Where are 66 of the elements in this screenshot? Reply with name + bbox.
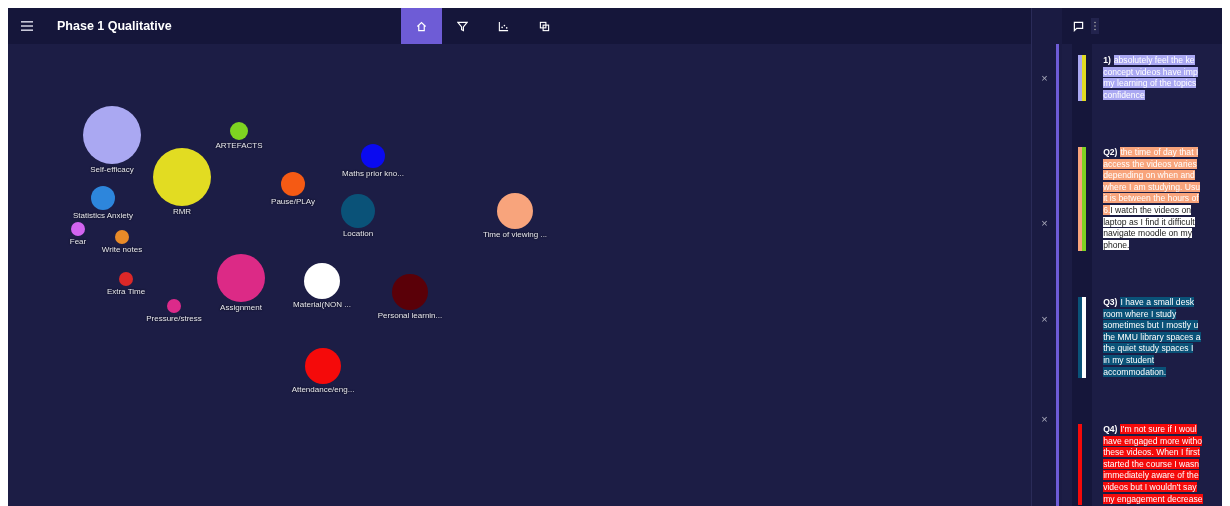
copy-icon xyxy=(539,20,550,32)
highlighted-text: my learning of the topics xyxy=(1103,78,1197,89)
code-label: Self-efficacy xyxy=(90,165,134,174)
code-bubble[interactable] xyxy=(497,193,533,229)
highlighted-text: the MMU library spaces a xyxy=(1103,331,1201,342)
highlighted-text: confidence xyxy=(1103,89,1145,100)
code-label: Attendance/eng... xyxy=(291,385,355,394)
code-label: Write notes xyxy=(101,245,143,254)
code-label: Fear xyxy=(69,237,87,246)
highlighted-text: phone. xyxy=(1103,239,1130,250)
highlighted-text: navigate moodle on my xyxy=(1103,228,1192,239)
code-bubble[interactable] xyxy=(115,230,129,244)
highlighted-text: where I am studying. Usu xyxy=(1103,181,1201,192)
code-bubble[interactable] xyxy=(153,148,211,206)
code-label: Location xyxy=(342,229,374,238)
code-bubble[interactable] xyxy=(83,106,141,164)
code-label: Pause/PLAy xyxy=(271,197,315,206)
highlighted-text: the quiet study spaces I xyxy=(1103,343,1194,354)
code-label: Personal learnin... xyxy=(377,311,443,320)
highlighted-text: have engaged more witho xyxy=(1103,435,1203,446)
highlighted-text: absolutely feel the ke xyxy=(1113,55,1195,65)
code-label: Maths prior kno... xyxy=(342,169,404,178)
comment-icon[interactable] xyxy=(1073,20,1085,32)
highlighted-text: it is between the hours of xyxy=(1103,193,1199,204)
highlighted-text: I watch the videos on xyxy=(1110,204,1192,215)
question-number: Q3) xyxy=(1103,297,1118,307)
code-label: Assignment xyxy=(220,303,262,312)
more-options-icon[interactable] xyxy=(1091,18,1100,34)
highlighted-text: room where I study xyxy=(1103,308,1177,319)
highlighted-text: I'm not sure if I woul xyxy=(1120,424,1197,434)
highlighted-text: the time of day that I xyxy=(1120,147,1199,157)
code-label: Material(NON ... xyxy=(293,300,351,309)
highlighted-text: started the course I wasn xyxy=(1103,458,1200,469)
highlighted-text: immediately aware of the xyxy=(1103,470,1199,481)
filter-icon xyxy=(457,20,468,32)
highlighted-text: depending on when and xyxy=(1103,170,1195,181)
question-number: Q2) xyxy=(1103,147,1118,157)
close-button[interactable]: × xyxy=(1041,413,1048,425)
menu-icon[interactable] xyxy=(21,21,33,31)
code-label: RMR xyxy=(172,207,192,216)
code-label: ARTEFACTS xyxy=(215,141,263,150)
highlighted-text: my engagement decrease xyxy=(1103,493,1203,504)
highlighted-text: I have a small desk xyxy=(1120,297,1194,307)
highlighted-text: concept videos have imp xyxy=(1103,66,1198,77)
app-title: Phase 1 Qualitative xyxy=(57,19,172,33)
close-button[interactable]: × xyxy=(1041,313,1048,325)
highlighted-text: laptop as I find it difficult xyxy=(1103,216,1195,227)
highlighted-text: these videos. When I first xyxy=(1103,447,1200,458)
scatter-plot-icon xyxy=(498,20,509,32)
question-number: 1) xyxy=(1103,55,1111,65)
highlighted-text: sometimes but I mostly u xyxy=(1103,320,1199,331)
code-label: Pressure/stress xyxy=(146,314,202,323)
close-button[interactable]: × xyxy=(1041,72,1048,84)
scrollbar[interactable] xyxy=(1056,44,1060,506)
code-label: Statistics Anxiety xyxy=(73,211,133,220)
question-number: Q4) xyxy=(1103,424,1118,434)
highlighted-text: accommodation. xyxy=(1103,366,1167,377)
code-bubble[interactable] xyxy=(304,263,340,299)
code-bubble[interactable] xyxy=(230,122,248,140)
code-label: Extra Time xyxy=(106,287,146,296)
close-button[interactable]: × xyxy=(1041,217,1048,229)
highlighted-text: videos but I wouldn't say xyxy=(1103,481,1197,492)
highlighted-text: in my student xyxy=(1103,354,1155,365)
highlighted-text: access the videos varies xyxy=(1103,158,1197,169)
home-icon xyxy=(416,20,427,32)
code-label: Time of viewing ... xyxy=(482,230,548,239)
